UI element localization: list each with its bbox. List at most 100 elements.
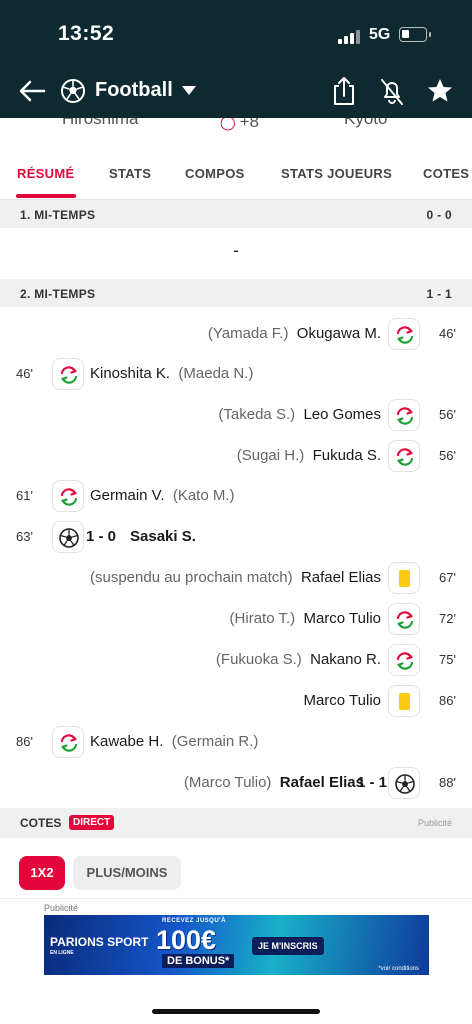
tab-resume[interactable]: RÉSUMÉ	[17, 166, 74, 181]
event-minute: 86'	[439, 693, 456, 708]
home-team: Hiroshima	[62, 118, 139, 128]
sport-selector-label[interactable]: Football	[95, 79, 173, 102]
tab-bar: RÉSUMÉ STATS COMPOS STATS JOUEURS COTES	[0, 148, 472, 200]
tab-compos[interactable]: COMPOS	[185, 166, 245, 181]
ad-brand: PARIONS SPORT EN LIGNE	[50, 935, 149, 956]
event-row: 61' Germain V. (Kato M.)	[0, 476, 472, 517]
battery-icon	[399, 27, 431, 42]
event-row: 67' (suspendu au prochain match) Rafael E…	[0, 558, 472, 599]
ad-cta-button[interactable]: JE M'INSCRIS	[252, 937, 324, 955]
event-secondary: (Sugai H.)	[236, 447, 305, 464]
event-player: Marco Tulio	[303, 610, 381, 627]
goal-ball-icon	[388, 767, 420, 799]
event-minute: 67'	[439, 570, 456, 585]
event-row: 75' (Fukuoka S.) Nakano R.	[0, 640, 472, 681]
yellow-card-icon	[388, 562, 420, 594]
event-minute: 86'	[16, 734, 33, 749]
event-minute: 56'	[439, 448, 456, 463]
event-text: Germain V. (Kato M.)	[90, 487, 235, 504]
event-player: Rafael Elias	[300, 569, 381, 586]
ad-bonus: DE BONUS*	[162, 954, 235, 968]
chevron-down-icon[interactable]	[182, 86, 196, 95]
ad-receive-text: RECEVEZ JUSQU'À	[162, 918, 226, 924]
second-half-score: 1 - 1	[426, 287, 452, 301]
goal-score: 1 - 1	[357, 774, 388, 791]
bell-off-icon[interactable]	[378, 74, 406, 108]
event-text: (Hirato T.) Marco Tulio	[230, 610, 381, 627]
substitution-icon	[388, 644, 420, 676]
event-minute: 72'	[439, 611, 456, 626]
tab-stats[interactable]: STATS	[109, 166, 151, 181]
substitution-icon	[388, 399, 420, 431]
event-minute: 88'	[439, 775, 456, 790]
second-half-label: 2. MI-TEMPS	[20, 287, 96, 301]
back-arrow-icon[interactable]	[18, 74, 46, 108]
event-row: 1 - 0 63' Sasaki S.	[0, 517, 472, 558]
event-player: Germain V.	[90, 487, 165, 504]
event-row: 46' Kinoshita K. (Maeda N.)	[0, 354, 472, 395]
ad-banner[interactable]: PARIONS SPORT EN LIGNE RECEVEZ JUSQU'À 10…	[44, 915, 429, 975]
yellow-card-icon	[388, 685, 420, 717]
event-text: (Marco Tulio) Rafael Elias	[184, 774, 364, 791]
second-half-header: 2. MI-TEMPS 1 - 1	[0, 279, 472, 307]
football-icon[interactable]	[60, 74, 86, 108]
event-secondary: (Fukuoka S.)	[215, 651, 302, 668]
event-row: 88' (Marco Tulio) Rafael Elias 1 - 1	[0, 763, 472, 804]
event-text: Kawabe H. (Germain R.)	[90, 733, 258, 750]
tab-stats-joueurs[interactable]: STATS JOUEURS	[281, 166, 392, 181]
event-minute: 46'	[439, 326, 456, 341]
event-text: Sasaki S.	[130, 528, 196, 545]
network-label: 5G	[369, 26, 391, 43]
no-events-placeholder: -	[233, 240, 239, 260]
ad-conditions: *voir conditions	[378, 966, 419, 972]
event-player: Kawabe H.	[90, 733, 164, 750]
ad-amount: 100€	[156, 925, 217, 955]
tab-cotes[interactable]: COTES	[423, 166, 469, 181]
event-row: 86' Marco Tulio	[0, 681, 472, 722]
bet-tab-1x2[interactable]: 1X2	[19, 856, 65, 890]
event-secondary: (Maeda N.)	[178, 365, 254, 382]
status-time: 13:52	[58, 22, 115, 45]
event-row: 56' (Takeda S.) Leo Gomes	[0, 395, 472, 436]
first-half-label: 1. MI-TEMPS	[20, 208, 96, 222]
event-row: 56' (Sugai H.) Fukuda S.	[0, 436, 472, 477]
event-secondary: (Yamada F.)	[207, 325, 289, 342]
substitution-icon	[388, 318, 420, 350]
event-minute: 63'	[16, 529, 33, 544]
event-text: (suspendu au prochain match) Rafael Elia…	[90, 569, 381, 586]
substitution-icon	[388, 440, 420, 472]
event-minute: 61'	[16, 488, 33, 503]
event-player: Fukuda S.	[312, 447, 381, 464]
direct-badge: DIRECT	[69, 815, 115, 830]
event-player: Marco Tulio	[303, 692, 381, 709]
event-secondary: (Hirato T.)	[229, 610, 296, 627]
bet-tab-plus-moins[interactable]: PLUS/MOINS	[73, 856, 181, 890]
event-secondary: (Germain R.)	[171, 733, 259, 750]
event-text: (Fukuoka S.) Nakano R.	[216, 651, 381, 668]
event-row: 46' (Yamada F.) Okugawa M.	[0, 314, 472, 355]
event-player: Leo Gomes	[303, 406, 381, 423]
goal-ball-icon	[52, 521, 84, 553]
event-text: (Sugai H.) Fukuda S.	[237, 447, 381, 464]
event-text: (Takeda S.) Leo Gomes	[218, 406, 381, 423]
event-minute: 46'	[16, 366, 33, 381]
active-tab-indicator	[16, 194, 76, 198]
event-player: Nakano R.	[310, 651, 381, 668]
substitution-icon	[388, 603, 420, 635]
ad-area: Publicité PARIONS SPORT EN LIGNE RECEVEZ …	[0, 898, 472, 1024]
event-text: (Yamada F.) Okugawa M.	[208, 325, 381, 342]
ad-label: Publicité	[44, 903, 79, 913]
event-text: Kinoshita K. (Maeda N.)	[90, 365, 253, 382]
publicite-label: Publicité	[417, 818, 452, 828]
away-team: Kyoto	[344, 118, 388, 128]
top-bar: 13:52 5G Football	[0, 0, 472, 118]
first-half-score: 0 - 0	[426, 208, 452, 222]
event-minute: 56'	[439, 407, 456, 422]
star-icon[interactable]	[425, 74, 455, 108]
event-player: Sasaki S.	[130, 528, 196, 545]
share-icon[interactable]	[330, 74, 358, 108]
event-secondary: (Kato M.)	[172, 487, 235, 504]
event-secondary: (Marco Tulio)	[183, 774, 272, 791]
event-player: Okugawa M.	[296, 325, 381, 342]
home-indicator[interactable]	[152, 1009, 320, 1014]
